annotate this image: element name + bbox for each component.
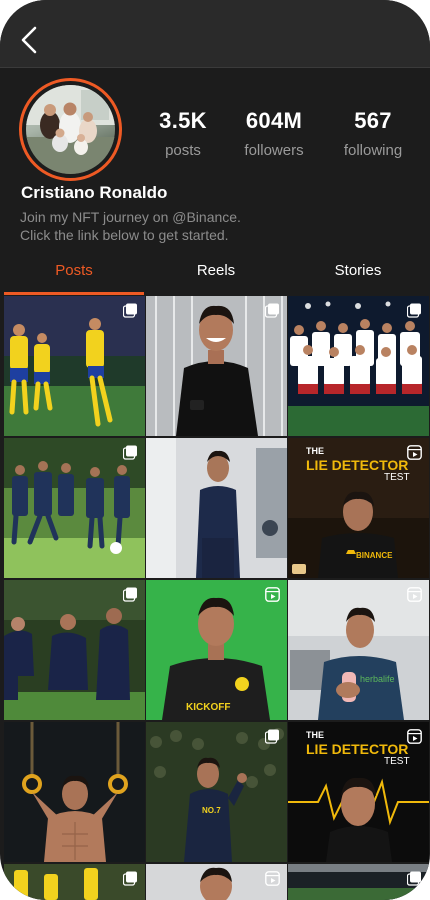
lie-detector-test-text: TEST [384, 472, 410, 483]
tab-posts[interactable]: Posts [4, 250, 144, 290]
tab-stories[interactable]: Stories [288, 250, 428, 290]
reels-icon [265, 587, 280, 602]
carousel-icon [123, 871, 137, 886]
post-thumbnail[interactable]: BINANCE THE LIE DETECTOR TEST [288, 438, 429, 578]
reels-icon [407, 445, 422, 460]
lie-detector-test-text: TEST [384, 756, 410, 767]
posts-grid: BINANCE THE LIE DETECTOR TEST KICKOFF he… [0, 294, 430, 900]
post-thumbnail[interactable]: THE LIE DETECTOR TEST [288, 722, 429, 862]
reels-icon [407, 587, 422, 602]
following-count: 567 [354, 108, 392, 133]
carousel-icon [265, 729, 279, 744]
reels-icon [265, 871, 280, 886]
top-bar [0, 0, 430, 68]
post-thumbnail[interactable] [146, 438, 287, 578]
kickoff-logo-text: KICKOFF [186, 702, 231, 713]
following-stat[interactable]: 567 following [323, 108, 423, 159]
tab-reels[interactable]: Reels [146, 250, 286, 290]
post-thumbnail[interactable] [288, 864, 429, 900]
post-thumbnail[interactable]: KICKOFF [146, 580, 287, 720]
post-thumbnail[interactable] [146, 296, 287, 436]
carousel-icon [407, 871, 421, 886]
jersey-number-text: NO.7 [202, 806, 221, 815]
post-thumbnail[interactable] [288, 296, 429, 436]
profile-tabs: Posts Reels Stories [0, 250, 430, 295]
phone-screen: 3.5K posts 604M followers 567 following … [0, 0, 430, 900]
chevron-left-icon [21, 26, 37, 54]
lie-detector-title: LIE DETECTOR [306, 741, 409, 757]
post-thumbnail[interactable]: NO.7 [146, 722, 287, 862]
binance-logo-text: BINANCE [356, 551, 393, 560]
post-thumbnail[interactable] [4, 580, 145, 720]
reels-icon [407, 729, 422, 744]
carousel-icon [123, 445, 137, 460]
posts-count: 3.5K [159, 108, 207, 133]
lie-detector-the-text: THE [306, 730, 324, 740]
lie-detector-the-text: THE [306, 446, 324, 456]
profile-name: Cristiano Ronaldo [21, 183, 168, 202]
post-thumbnail[interactable] [4, 438, 145, 578]
avatar-image [26, 85, 115, 174]
bio-line-2: Click the link below to get started. [20, 227, 229, 243]
herbalife-logo-text: herbalife [360, 674, 395, 684]
posts-label: posts [165, 142, 201, 159]
post-thumbnail[interactable] [146, 864, 287, 900]
avatar[interactable] [19, 78, 122, 181]
followers-count: 604M [245, 108, 303, 133]
posts-stat[interactable]: 3.5K posts [133, 108, 233, 159]
following-label: following [343, 142, 403, 159]
lie-detector-title: LIE DETECTOR [306, 457, 409, 473]
followers-label: followers [244, 142, 304, 159]
back-button[interactable] [14, 24, 44, 56]
bio-line-1: Join my NFT journey on @Binance. [20, 209, 241, 225]
profile-bio: Join my NFT journey on @Binance. Click t… [20, 208, 280, 244]
carousel-icon [123, 587, 137, 602]
post-thumbnail[interactable]: herbalife [288, 580, 429, 720]
post-thumbnail[interactable] [4, 722, 145, 862]
carousel-icon [407, 303, 421, 318]
followers-stat[interactable]: 604M followers [224, 108, 324, 159]
post-thumbnail[interactable] [4, 296, 145, 436]
carousel-icon [123, 303, 137, 318]
post-thumbnail[interactable] [4, 864, 145, 900]
carousel-icon [265, 303, 279, 318]
